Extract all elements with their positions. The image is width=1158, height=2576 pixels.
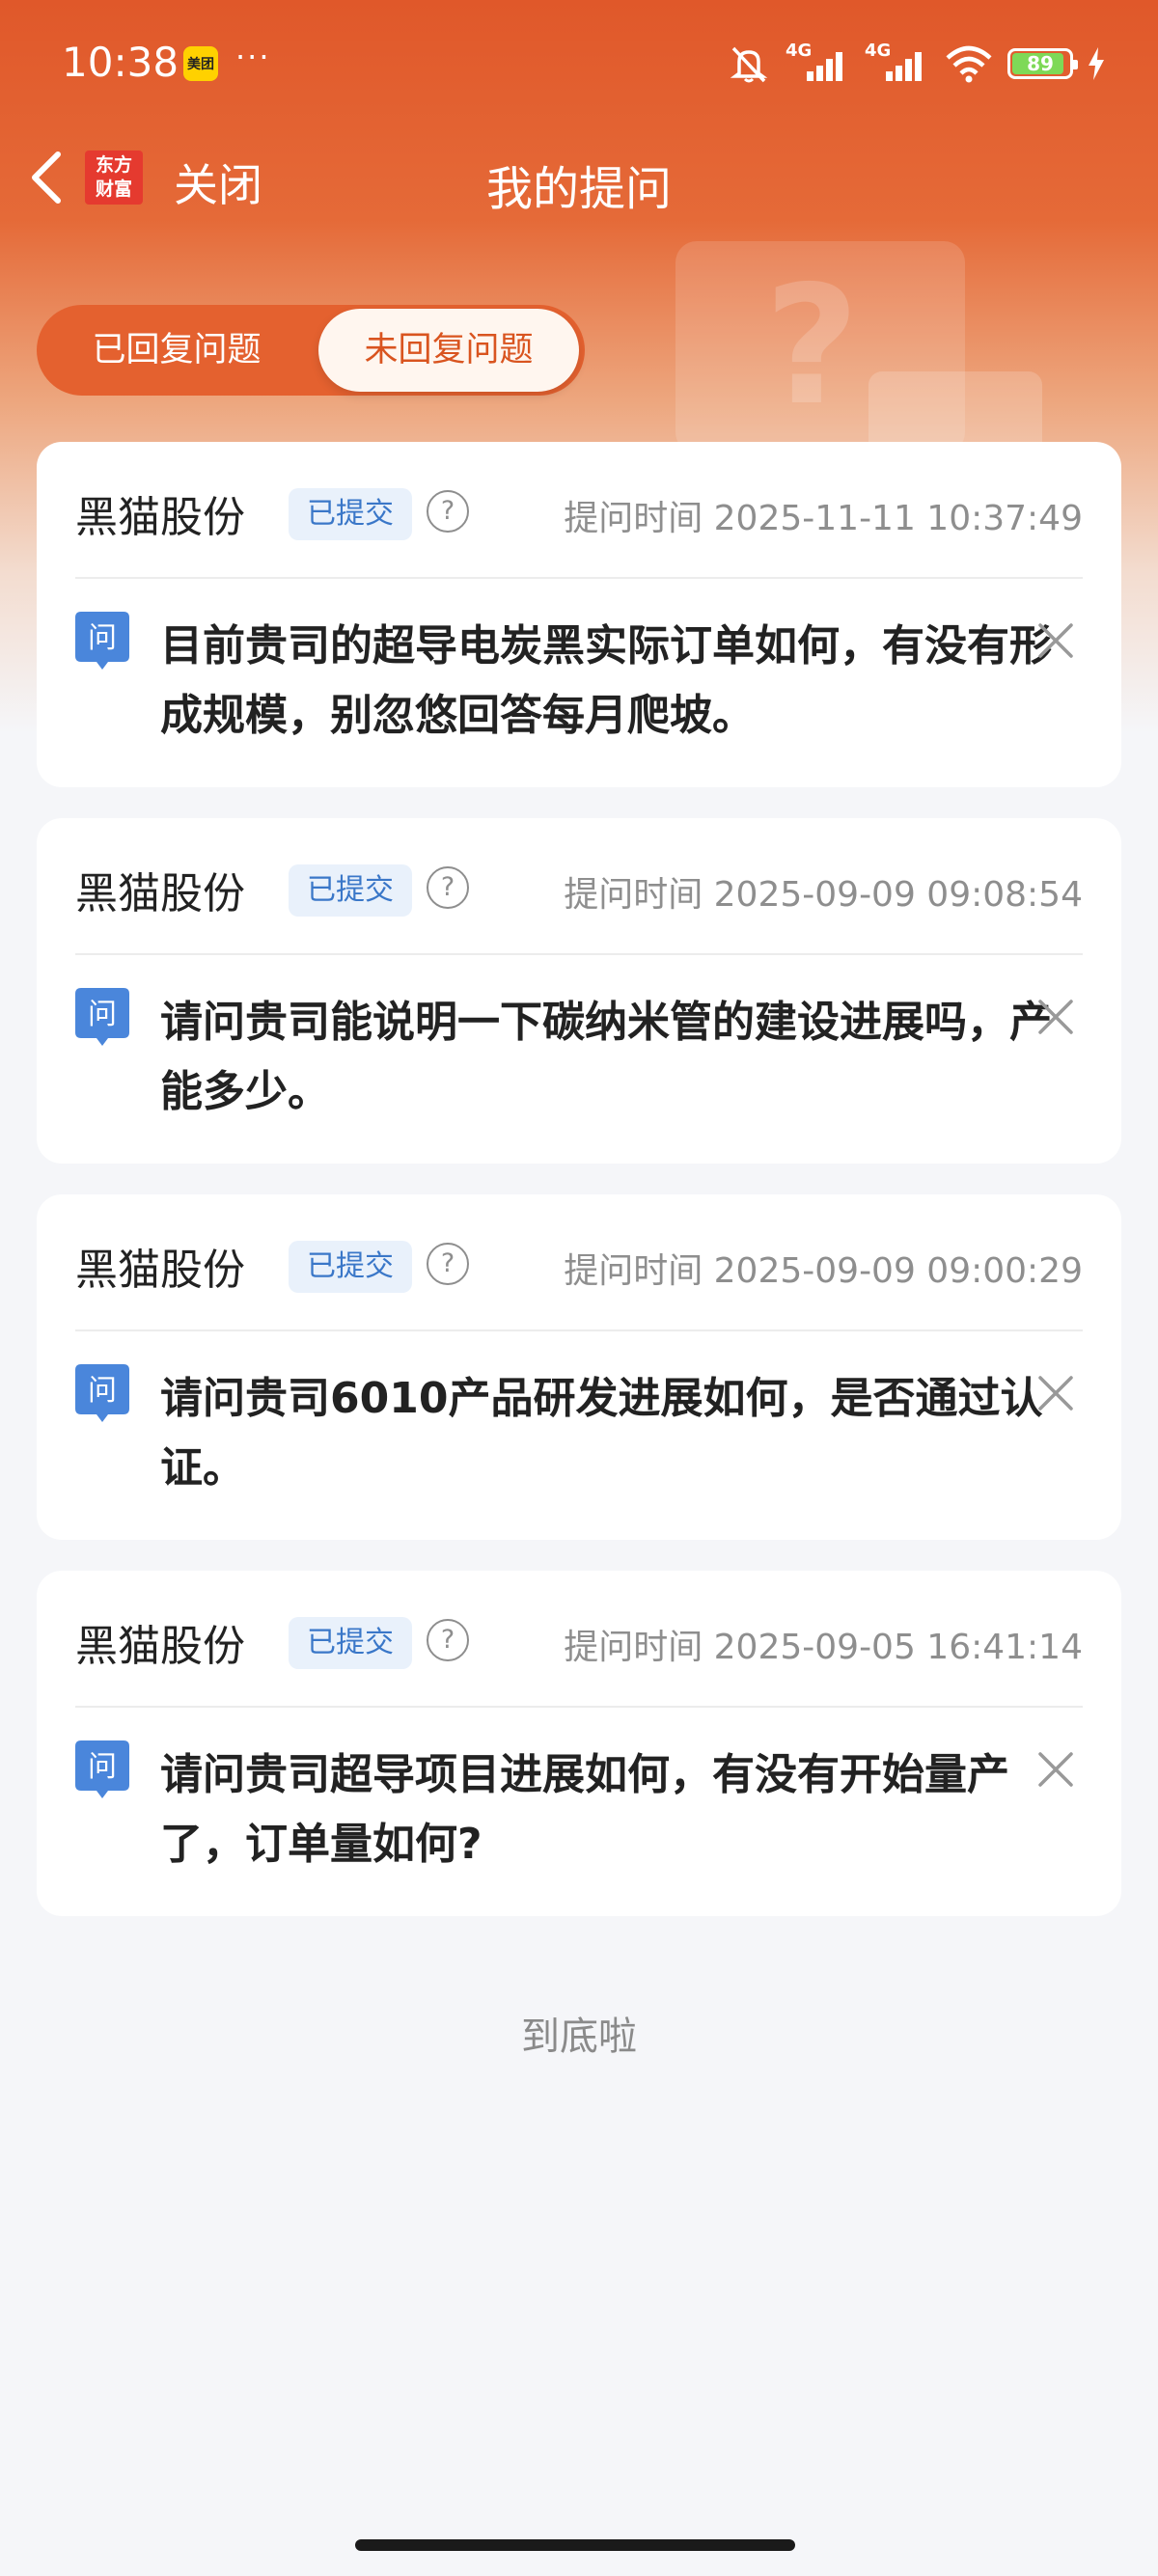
delete-icon[interactable] <box>1036 1374 1075 1412</box>
question-icon: 问 <box>75 988 129 1046</box>
home-indicator[interactable] <box>355 2539 795 2551</box>
status-time: 10:38 <box>62 39 179 86</box>
status-badge: 已提交 <box>289 1241 412 1293</box>
question-time: 提问时间 2025-09-09 09:08:54 <box>564 875 1083 915</box>
company-name: 黑猫股份 <box>75 1246 245 1295</box>
question-icon: 问 <box>75 612 129 670</box>
signal-2: 4G <box>865 41 930 83</box>
question-illustration: ? <box>676 241 1042 497</box>
question-icon-char: 问 <box>88 1750 117 1784</box>
question-text: 请问贵司超导项目进展如何，有没有开始量产了，订单量如何? <box>160 1750 1009 1869</box>
more-notifications-icon: ··· <box>235 39 271 75</box>
question-icon: 问 <box>75 1364 129 1422</box>
tab-unreplied[interactable]: 未回复问题 <box>318 309 579 392</box>
question-time: 提问时间 2025-09-05 16:41:14 <box>564 1628 1083 1667</box>
nav-bar: 东方 财富 关闭 我的提问 <box>0 131 1158 224</box>
question-icon-char: 问 <box>88 998 117 1031</box>
company-name: 黑猫股份 <box>75 1622 245 1671</box>
company-name: 黑猫股份 <box>75 869 245 918</box>
divider <box>75 1706 1083 1708</box>
question-time: 提问时间 2025-09-09 09:00:29 <box>564 1251 1083 1291</box>
question-card[interactable]: 黑猫股份 已提交 ? 提问时间 2025-11-11 10:37:49 问 目前… <box>37 442 1121 787</box>
question-card[interactable]: 黑猫股份 已提交 ? 提问时间 2025-09-09 09:08:54 问 请问… <box>37 818 1121 1164</box>
signal-1: 4G <box>786 41 851 83</box>
help-icon[interactable]: ? <box>427 866 469 909</box>
help-icon[interactable]: ? <box>427 1243 469 1285</box>
help-icon[interactable]: ? <box>427 490 469 533</box>
wifi-icon <box>946 45 992 83</box>
delete-icon[interactable] <box>1036 998 1075 1036</box>
question-tabs: 已回复问题 未回复问题 <box>37 305 585 396</box>
signal-bars-icon <box>807 52 842 81</box>
company-name: 黑猫股份 <box>75 493 245 542</box>
battery-level: 89 <box>1027 52 1054 75</box>
meituan-app-icon: 美团 <box>183 46 218 81</box>
end-of-list-text: 到底啦 <box>521 2014 637 2059</box>
status-icons: 4G 4G 89 <box>726 41 1106 83</box>
help-icon[interactable]: ? <box>427 1619 469 1661</box>
battery-icon: 89 <box>1007 48 1078 79</box>
divider <box>75 953 1083 955</box>
divider <box>75 577 1083 579</box>
question-text: 请问贵司能说明一下碳纳米管的建设进展吗，产能多少。 <box>160 998 1052 1116</box>
charging-icon <box>1089 47 1104 80</box>
question-icon-char: 问 <box>88 1374 117 1408</box>
status-bar: 10:38 美团 ··· 4G 4G 89 <box>0 0 1158 131</box>
question-card[interactable]: 黑猫股份 已提交 ? 提问时间 2025-09-09 09:00:29 问 请问… <box>37 1194 1121 1540</box>
status-badge: 已提交 <box>289 864 412 917</box>
mute-vibrate-icon <box>730 46 768 83</box>
status-badge: 已提交 <box>289 1617 412 1669</box>
question-icon: 问 <box>75 1740 129 1798</box>
question-time: 提问时间 2025-11-11 10:37:49 <box>564 499 1083 538</box>
question-text: 请问贵司6010产品研发进展如何，是否通过认证。 <box>160 1374 1043 1493</box>
delete-icon[interactable] <box>1036 1750 1075 1789</box>
question-card[interactable]: 黑猫股份 已提交 ? 提问时间 2025-09-05 16:41:14 问 请问… <box>37 1571 1121 1916</box>
delete-icon[interactable] <box>1036 621 1075 660</box>
page-title: 我的提问 <box>485 162 672 216</box>
question-icon-char: 问 <box>88 621 117 655</box>
status-badge: 已提交 <box>289 488 412 540</box>
question-text: 目前贵司的超导电炭黑实际订单如何，有没有形成规模，别忽悠回答每月爬坡。 <box>160 621 1052 740</box>
tab-replied[interactable]: 已回复问题 <box>37 305 317 396</box>
divider <box>75 1329 1083 1331</box>
signal-bars-icon <box>886 52 922 81</box>
